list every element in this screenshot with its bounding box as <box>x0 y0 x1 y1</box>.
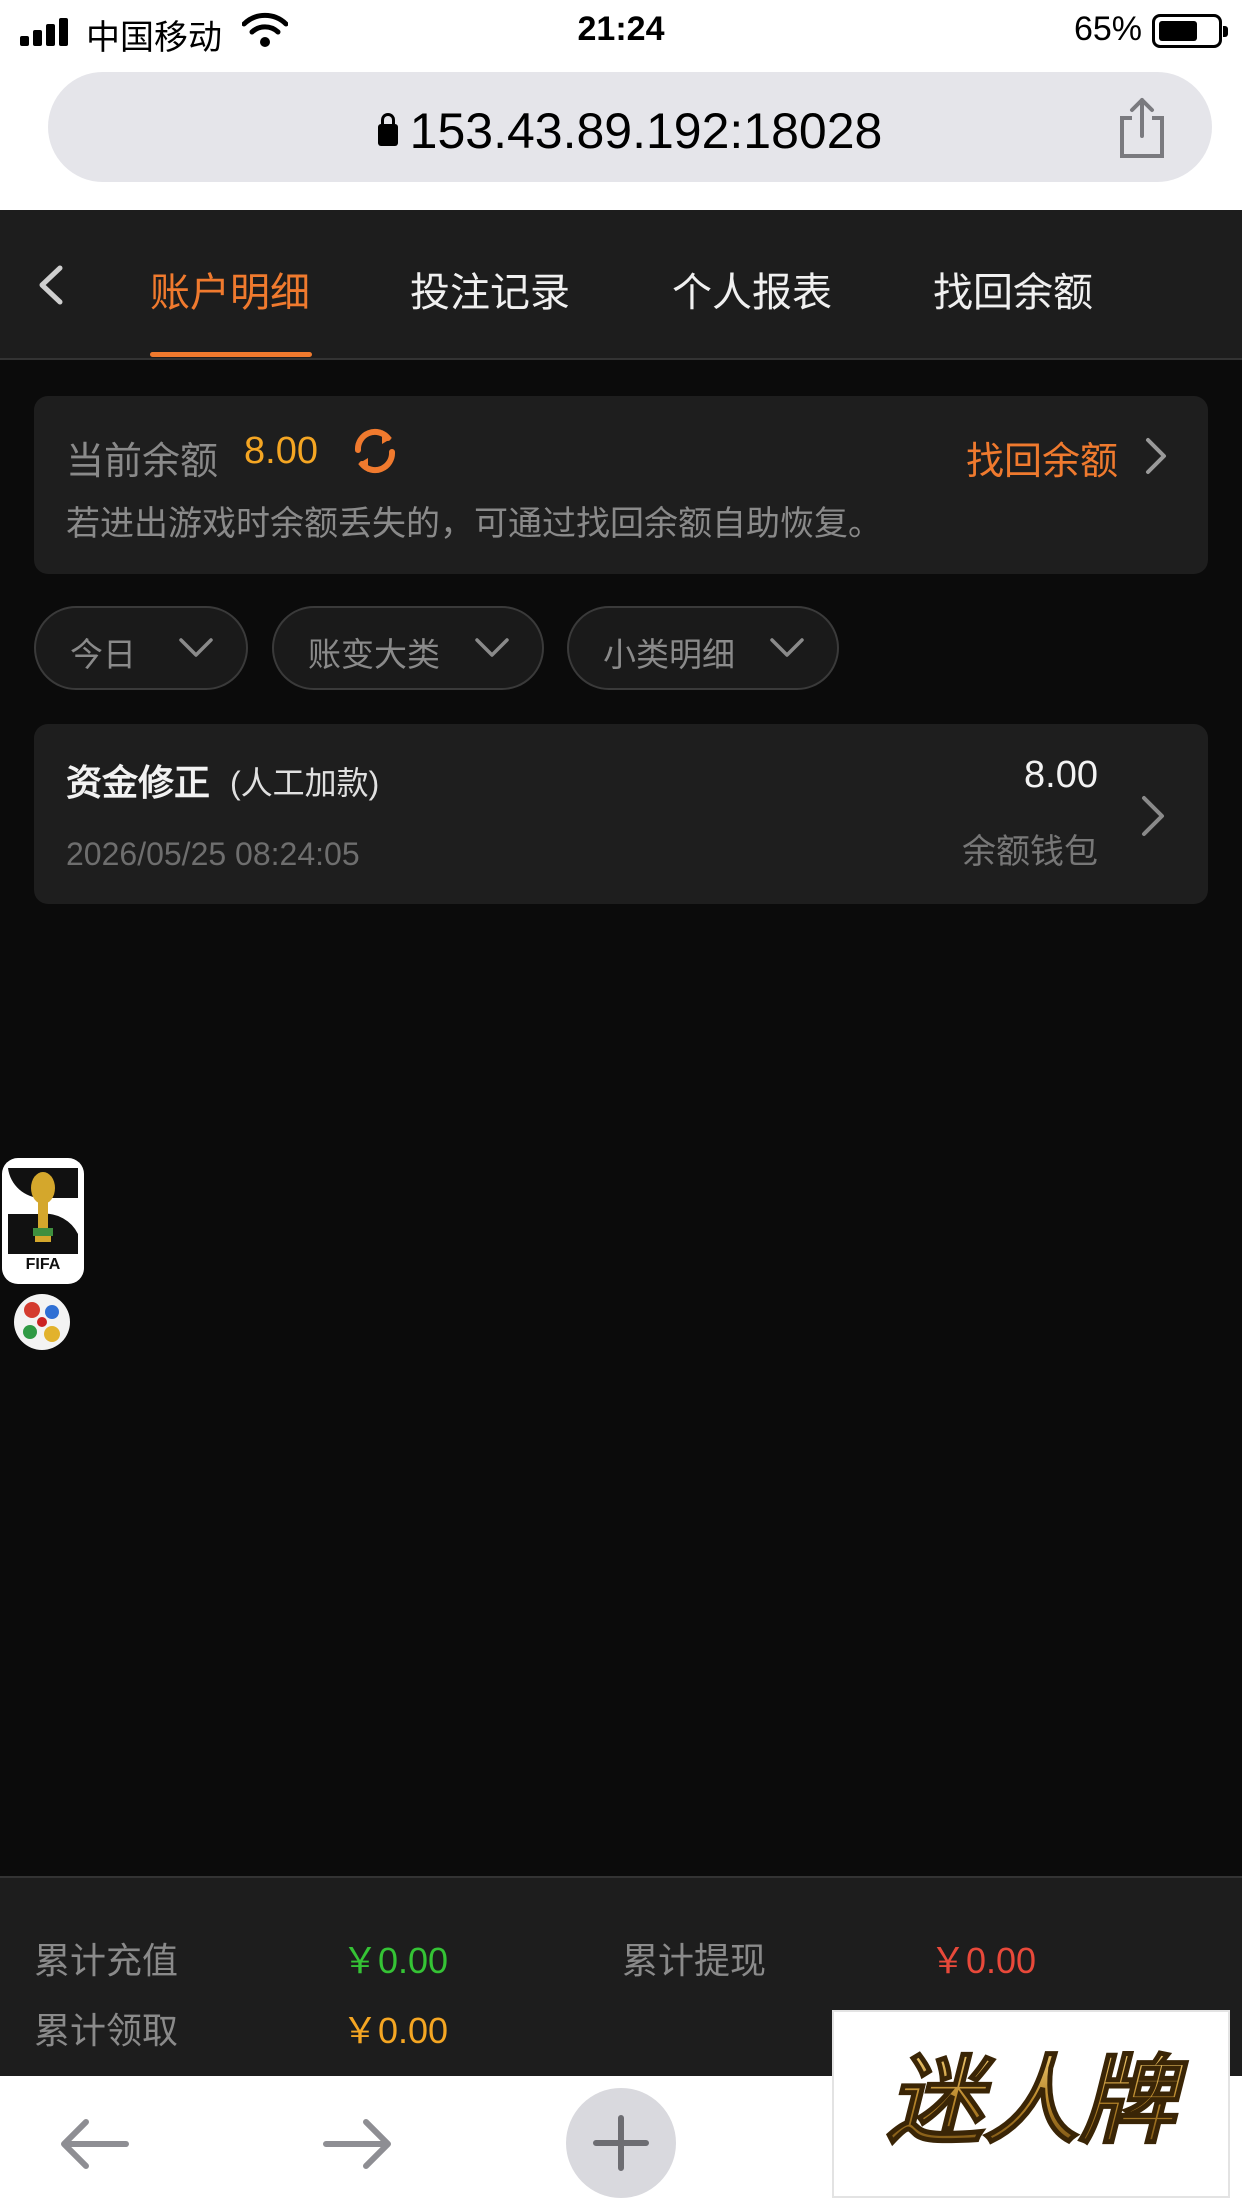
list-item[interactable]: 资金修正 (人工加款) 2026/05/25 08:24:05 8.00 余额钱… <box>34 724 1208 904</box>
browser-back-icon[interactable] <box>56 2112 132 2176</box>
record-amount: 8.00 <box>1024 754 1098 796</box>
plus-icon <box>593 2115 649 2171</box>
record-subtitle: (人工加款) <box>230 765 380 801</box>
total-withdraw-label: 累计提现 <box>622 1940 767 1981</box>
fifa-badge[interactable]: FIFA <box>2 1158 84 1284</box>
share-icon[interactable] <box>1114 96 1170 160</box>
balance-label: 当前余额 <box>66 441 219 483</box>
status-time: 21:24 <box>577 10 665 48</box>
tab-bet-records[interactable]: 投注记录 <box>410 260 570 318</box>
balance-card: 当前余额 8.00 找回余额 若进出游戏时余额丢失的，可通过找回余额自助恢复。 <box>34 396 1208 574</box>
chevron-down-icon <box>770 638 804 657</box>
address-bar[interactable]: 153.43.89.192:18028 <box>48 72 1212 182</box>
svg-text:迷人牌: 迷人牌 <box>887 2044 1188 2157</box>
refresh-icon[interactable] <box>348 424 402 478</box>
brand-logo-art: 迷人牌 <box>886 2043 1189 2158</box>
fifa-label: FIFA <box>25 1256 61 1273</box>
filter-subcategory-label: 小类明细 <box>603 636 735 673</box>
filter-subcategory[interactable]: 小类明细 <box>567 606 839 690</box>
chevron-right-icon <box>1142 796 1164 836</box>
soccer-ball-icon[interactable] <box>12 1292 72 1352</box>
new-tab-button[interactable] <box>566 2088 676 2198</box>
browser-forward-icon[interactable] <box>320 2112 396 2176</box>
top-nav: 账户明细 投注记录 个人报表 找回余额 <box>0 210 1242 360</box>
total-claim-value: ￥0.00 <box>342 2010 449 2051</box>
trophy-icon <box>8 1168 78 1254</box>
tab-account-details[interactable]: 账户明细 <box>150 260 310 318</box>
balance-value: 8.00 <box>244 430 318 472</box>
back-chevron-icon[interactable] <box>30 260 70 310</box>
chevron-down-icon <box>179 638 213 657</box>
tab-recover-balance[interactable]: 找回余额 <box>933 260 1093 318</box>
tab-personal-report[interactable]: 个人报表 <box>672 260 832 318</box>
browser-address-area: 153.43.89.192:18028 <box>0 64 1242 210</box>
active-tab-indicator <box>150 352 312 357</box>
filter-date[interactable]: 今日 <box>34 606 248 690</box>
status-bar: 中国移动 21:24 65% <box>0 0 1242 64</box>
filter-category[interactable]: 账变大类 <box>272 606 544 690</box>
recover-balance-link[interactable]: 找回余额 <box>966 430 1118 485</box>
total-deposit-value: ￥0.00 <box>342 1940 449 1981</box>
filter-category-label: 账变大类 <box>308 636 440 673</box>
battery-percent: 65% <box>1073 10 1142 48</box>
total-deposit-label: 累计充值 <box>34 1940 179 1981</box>
chevron-right-icon[interactable] <box>1142 434 1170 478</box>
lock-icon <box>377 113 398 146</box>
brand-logo: 迷人牌 <box>832 2010 1230 2198</box>
total-claim-label: 累计领取 <box>34 2010 179 2051</box>
total-withdraw-value: ￥0.00 <box>930 1940 1037 1981</box>
chevron-down-icon <box>475 638 509 657</box>
balance-note: 若进出游戏时余额丢失的，可通过找回余额自助恢复。 <box>66 505 882 543</box>
url-text: 153.43.89.192:18028 <box>409 103 883 159</box>
filter-date-label: 今日 <box>70 636 136 673</box>
record-time: 2026/05/25 08:24:05 <box>66 836 360 872</box>
record-wallet: 余额钱包 <box>962 833 1098 871</box>
battery-icon <box>1152 14 1228 48</box>
record-title: 资金修正 <box>66 762 211 803</box>
